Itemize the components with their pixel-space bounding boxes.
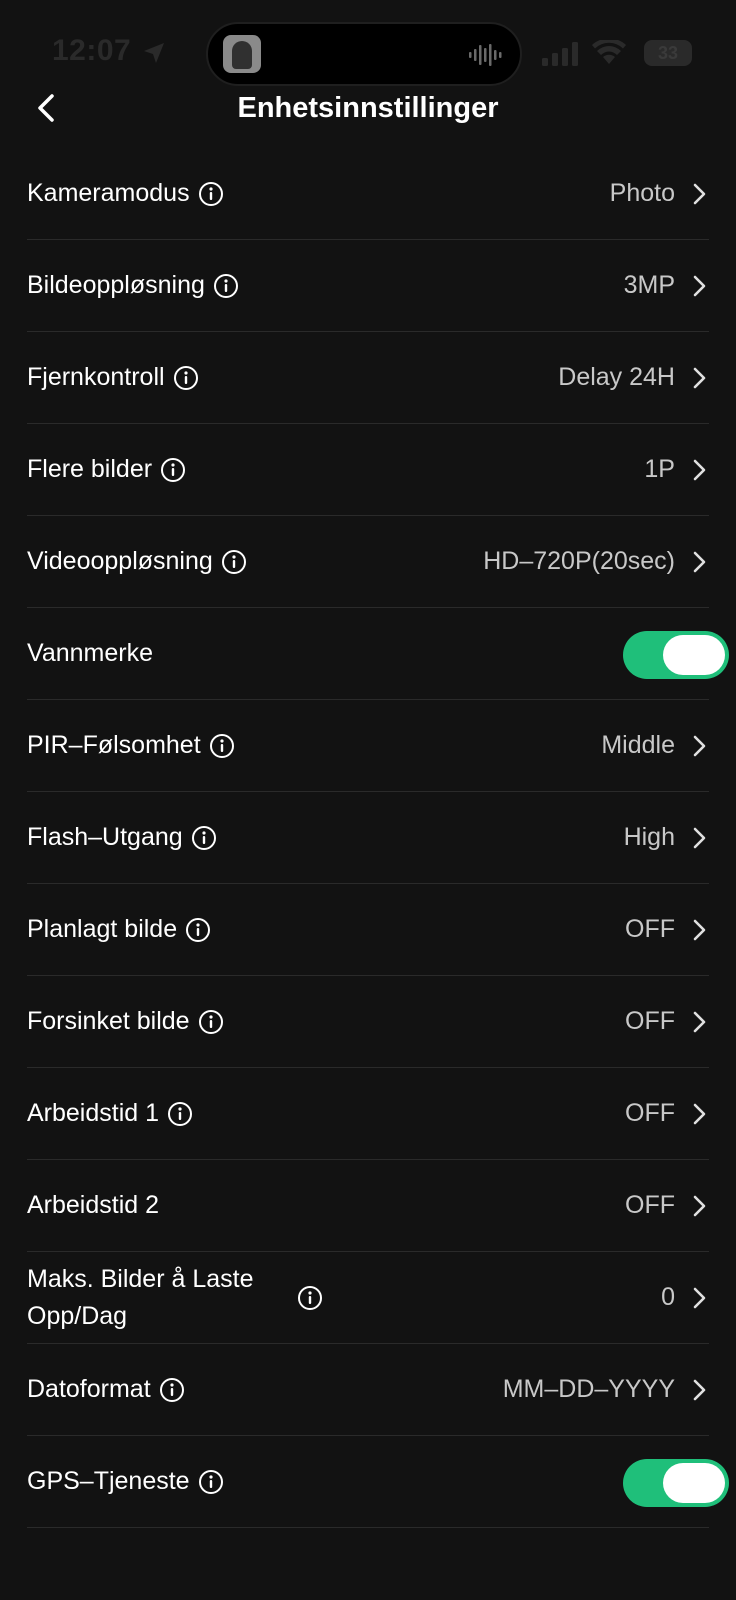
setting-row-vannmerke: Vannmerke: [27, 608, 729, 700]
chevron-right-icon: [689, 1378, 709, 1402]
info-icon[interactable]: [159, 1377, 185, 1403]
info-icon[interactable]: [191, 825, 217, 851]
info-icon[interactable]: [173, 365, 199, 391]
status-indicators: 33: [542, 38, 692, 68]
setting-value: MM–DD–YYYY: [502, 1375, 675, 1403]
info-icon[interactable]: [198, 1009, 224, 1035]
vannmerke-toggle[interactable]: [623, 631, 729, 679]
info-icon[interactable]: [167, 1101, 193, 1127]
wifi-icon: [592, 38, 626, 71]
dynamic-island[interactable]: [206, 22, 522, 86]
setting-label: Kameramodus: [27, 179, 190, 207]
setting-value: OFF: [625, 915, 675, 943]
cellular-signal-icon: [542, 42, 580, 71]
setting-row-forsinket-bilde[interactable]: Forsinket bilde OFF: [27, 976, 709, 1068]
setting-row-datoformat[interactable]: Datoformat MM–DD–YYYY: [27, 1344, 709, 1436]
setting-value: OFF: [625, 1099, 675, 1127]
setting-label: Arbeidstid 2: [27, 1191, 160, 1219]
setting-label: Forsinket bilde: [27, 1007, 190, 1035]
setting-value: Middle: [601, 731, 675, 759]
chevron-right-icon: [689, 366, 709, 390]
audio-waveform-icon: [468, 43, 502, 67]
setting-row-fjernkontroll[interactable]: Fjernkontroll Delay 24H: [27, 332, 709, 424]
chevron-right-icon: [689, 458, 709, 482]
chevron-right-icon: [689, 734, 709, 758]
location-arrow-icon: [141, 40, 167, 66]
chevron-right-icon: [689, 1286, 709, 1310]
nav-bar: Enhetsinnstillinger: [0, 80, 736, 140]
setting-label: Vannmerke: [27, 639, 153, 667]
info-icon[interactable]: [221, 549, 247, 575]
status-time: 12:07: [52, 34, 132, 67]
setting-row-gps-tjeneste: GPS–Tjeneste: [27, 1436, 729, 1528]
setting-row-flash-utgang[interactable]: Flash–Utgang High: [27, 792, 709, 884]
chevron-right-icon: [689, 1010, 709, 1034]
setting-row-kameramodus[interactable]: Kameramodus Photo: [27, 148, 709, 240]
setting-label: Maks. Bilder å Laste Opp/Dag: [27, 1264, 254, 1330]
setting-label: PIR–Følsomhet: [27, 731, 201, 759]
setting-value: High: [623, 823, 675, 851]
chevron-right-icon: [689, 826, 709, 850]
info-icon[interactable]: [185, 917, 211, 943]
setting-row-bildeopplosning[interactable]: Bildeoppløsning 3MP: [27, 240, 709, 332]
chevron-right-icon: [689, 274, 709, 298]
setting-row-pir-folsomhet[interactable]: PIR–Følsomhet Middle: [27, 700, 709, 792]
setting-row-arbeidstid-2[interactable]: Arbeidstid 2 OFF: [27, 1160, 709, 1252]
chevron-right-icon: [689, 1194, 709, 1218]
chevron-right-icon: [689, 1102, 709, 1126]
setting-row-flere-bilder[interactable]: Flere bilder 1P: [27, 424, 709, 516]
setting-value: 1P: [644, 455, 675, 483]
setting-label: GPS–Tjeneste: [27, 1467, 190, 1495]
setting-value: Photo: [609, 179, 675, 207]
setting-label: Flash–Utgang: [27, 823, 183, 851]
setting-label: Flere bilder: [27, 455, 153, 483]
info-icon[interactable]: [198, 1469, 224, 1495]
info-icon[interactable]: [160, 457, 186, 483]
setting-label: Datoformat: [27, 1375, 151, 1403]
chevron-right-icon: [689, 550, 709, 574]
page-title: Enhetsinnstillinger: [237, 92, 499, 124]
info-icon[interactable]: [198, 181, 224, 207]
gps-toggle[interactable]: [623, 1459, 729, 1507]
setting-value: OFF: [625, 1007, 675, 1035]
setting-label: Planlagt bilde: [27, 915, 178, 943]
toggle-knob: [663, 1463, 725, 1503]
setting-label: Fjernkontroll: [27, 363, 165, 391]
setting-value: 3MP: [623, 271, 675, 299]
setting-value: 0: [661, 1283, 675, 1311]
setting-value: HD–720P(20sec): [483, 547, 675, 575]
setting-row-videoopplosning[interactable]: Videooppløsning HD–720P(20sec): [27, 516, 709, 608]
setting-row-arbeidstid-1[interactable]: Arbeidstid 1 OFF: [27, 1068, 709, 1160]
chevron-right-icon: [689, 182, 709, 206]
setting-label: Arbeidstid 1: [27, 1099, 160, 1127]
setting-row-planlagt-bilde[interactable]: Planlagt bilde OFF: [27, 884, 709, 976]
info-icon[interactable]: [297, 1285, 323, 1311]
settings-list: Kameramodus Photo Bildeoppløsning 3MP Fj…: [27, 148, 729, 1528]
setting-label: Videooppløsning: [27, 547, 213, 575]
info-icon[interactable]: [209, 733, 235, 759]
chevron-right-icon: [689, 918, 709, 942]
toggle-knob: [663, 635, 725, 675]
setting-value: Delay 24H: [558, 363, 675, 391]
setting-row-maks-bilder[interactable]: Maks. Bilder å Laste Opp/Dag 0: [27, 1252, 709, 1344]
setting-value: OFF: [625, 1191, 675, 1219]
setting-label: Bildeoppløsning: [27, 271, 205, 299]
info-icon[interactable]: [213, 273, 239, 299]
album-art-thumbnail: [223, 35, 261, 73]
battery-indicator: 33: [644, 40, 692, 66]
